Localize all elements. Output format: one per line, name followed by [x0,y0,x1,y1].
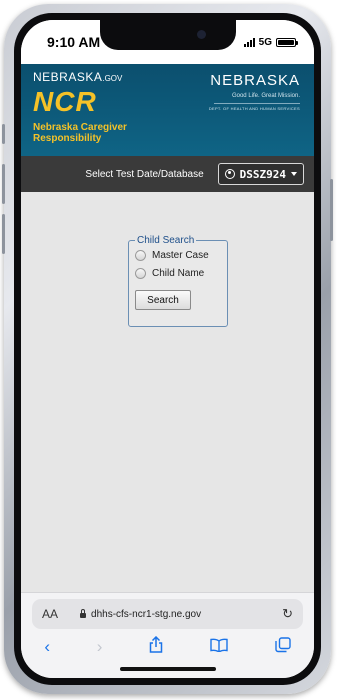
bookmarks-icon[interactable] [210,637,228,657]
nebraska-gov-logo[interactable]: NEBRASKA.GOV [33,70,122,84]
camera-icon [196,30,206,39]
caret-down-icon [291,172,297,176]
url-text[interactable]: dhhs-cfs-ncr1-stg.ne.gov [91,609,282,620]
child-search-panel: Child Search Master Case Child Name Sear… [128,235,228,327]
side-button-power [330,179,333,241]
browser-toolbar: ‹ › [21,635,314,659]
signal-icon [243,37,255,47]
database-select-value: DSSZ924 [239,167,286,181]
side-button-silent [2,124,5,144]
back-icon[interactable]: ‹ [44,637,50,657]
radio-label: Child Name [152,267,205,279]
reload-icon[interactable]: ↻ [282,606,293,622]
child-search-legend: Child Search [137,235,195,246]
status-indicators: 5G [243,36,298,48]
divider [214,103,300,104]
lock-icon [80,608,87,618]
side-button-volume-down [2,214,5,254]
network-label: 5G [258,36,272,48]
home-indicator[interactable] [119,667,216,671]
tabs-icon[interactable] [274,636,291,658]
text-size-button[interactable]: AA [42,607,58,621]
radio-option-master-case[interactable]: Master Case [135,246,221,264]
search-button[interactable]: Search [135,290,191,310]
database-label: Select Test Date/Database [85,168,204,180]
state-logo-title: NEBRASKA [210,72,300,89]
browser-chrome: AA dhhs-cfs-ncr1-stg.ne.gov ↻ ‹ › [21,592,314,678]
state-motto: Good Life. Great Mission. [231,93,300,99]
app-full-name: Nebraska Caregiver Responsibility [33,122,127,144]
department-name: DEPT. OF HEALTH AND HUMAN SERVICES [208,106,300,111]
battery-icon [276,37,298,47]
address-bar[interactable]: AA dhhs-cfs-ncr1-stg.ne.gov ↻ [32,599,303,629]
radio-option-child-name[interactable]: Child Name [135,264,221,282]
notch [99,20,236,50]
database-select[interactable]: DSSZ924 [217,163,304,185]
phone-frame: 9:10 AM 5G NEBRASKA.GOV NCR Nebraska Car… [2,4,333,694]
user-circle-icon [224,169,235,179]
share-icon[interactable] [149,635,163,658]
app-logo-ncr: NCR [33,86,97,117]
site-banner: NEBRASKA.GOV NCR Nebraska Caregiver Resp… [21,64,314,156]
database-bar: Select Test Date/Database DSSZ924 [21,156,314,192]
radio-label: Master Case [152,249,209,261]
forward-icon[interactable]: › [97,637,103,657]
radio-button[interactable] [135,249,146,261]
phone-screen: 9:10 AM 5G NEBRASKA.GOV NCR Nebraska Car… [21,20,314,678]
status-time: 9:10 AM [47,34,101,50]
side-button-volume-up [2,164,5,204]
radio-button[interactable] [135,267,146,279]
main-content: Child Search Master Case Child Name Sear… [21,192,314,592]
